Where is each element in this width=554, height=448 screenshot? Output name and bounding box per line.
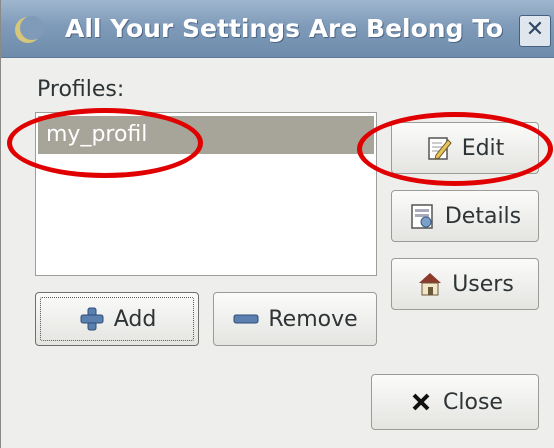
profiles-list[interactable]: my_profil <box>35 112 377 276</box>
details-icon <box>409 202 437 230</box>
settings-dialog: All Your Settings Are Belong To ✕ Profil… <box>0 0 554 448</box>
window-title: All Your Settings Are Belong To <box>65 14 504 43</box>
users-house-icon <box>416 270 444 298</box>
titlebar[interactable]: All Your Settings Are Belong To ✕ <box>1 0 554 58</box>
close-button-label: Close <box>443 389 503 415</box>
users-button[interactable]: Users <box>391 258 539 310</box>
list-item[interactable]: my_profil <box>38 116 374 154</box>
x-icon <box>407 388 435 416</box>
edit-button-label: Edit <box>461 135 505 161</box>
details-button-label: Details <box>444 203 522 229</box>
add-button-label: Add <box>113 306 157 332</box>
users-button-label: Users <box>452 271 514 297</box>
app-icon <box>13 15 44 45</box>
close-button[interactable]: Close <box>371 374 539 430</box>
minus-icon <box>232 305 260 333</box>
plus-icon <box>78 305 106 333</box>
details-button[interactable]: Details <box>391 190 539 242</box>
add-button[interactable]: Add <box>35 292 199 346</box>
close-icon[interactable]: ✕ <box>519 15 551 47</box>
profiles-label: Profiles: <box>37 77 125 102</box>
edit-pencil-icon <box>426 134 454 162</box>
remove-button-label: Remove <box>268 306 358 332</box>
edit-button[interactable]: Edit <box>391 122 539 174</box>
remove-button[interactable]: Remove <box>213 292 377 346</box>
